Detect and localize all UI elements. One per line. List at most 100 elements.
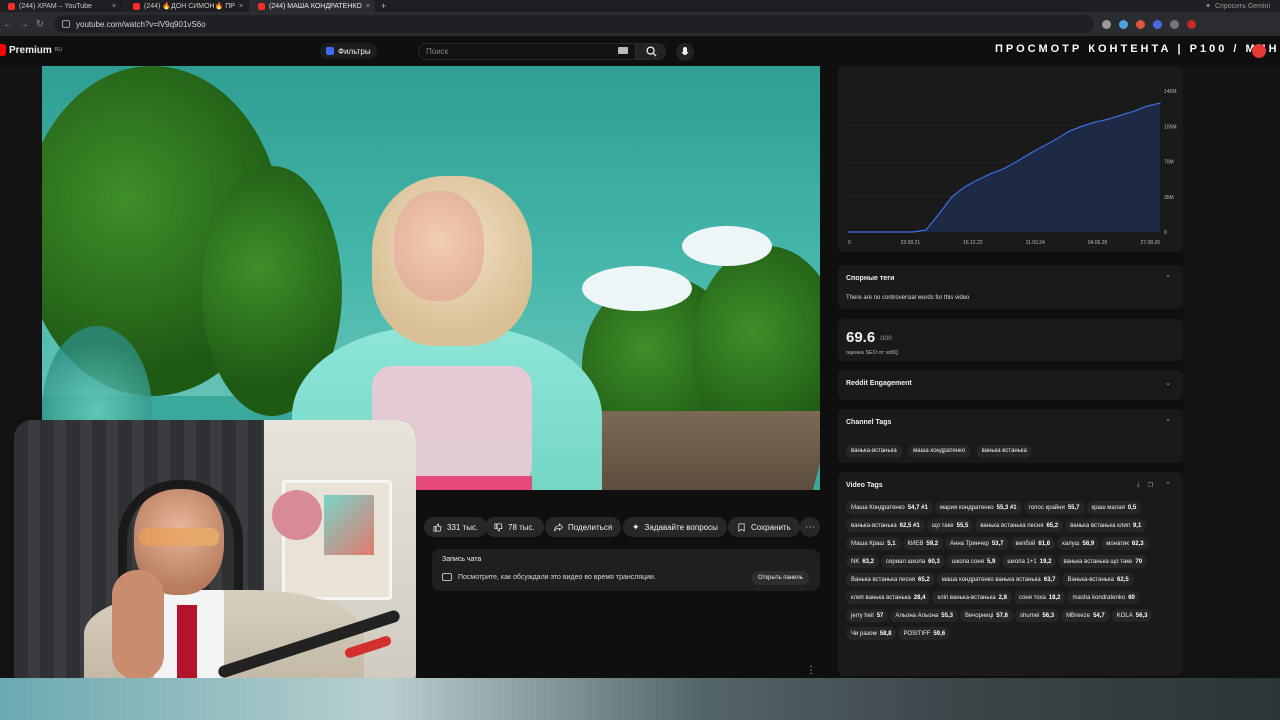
video-tag[interactable]: NK 63,2 xyxy=(846,555,880,568)
share-button[interactable]: Поделиться xyxy=(545,517,622,537)
video-tag[interactable]: калуш 58,9 xyxy=(1057,537,1100,550)
more-actions-button[interactable]: ⋯ xyxy=(800,517,820,537)
url-field[interactable]: youtube.com/watch?v=lV9q901vS6o xyxy=(54,15,1094,33)
more-icon[interactable]: ⋮ xyxy=(806,665,816,676)
reddit-engagement-card[interactable]: Reddit Engagement ⌄ xyxy=(838,370,1183,400)
controversial-tags-card: Спорные теги ⌃ There are no controversia… xyxy=(838,265,1183,309)
channel-tag[interactable]: маша кондратенко xyxy=(908,444,971,458)
video-tag-name: POSITIFF xyxy=(903,630,931,637)
browser-tab-3[interactable]: (244) МАША КОНДРАТЕНКО × xyxy=(250,0,375,12)
microphone-icon xyxy=(681,46,689,55)
stream-overlay-text: ПРОСМОТР КОНТЕНТА | P100 / МИН xyxy=(995,43,1280,55)
video-tag[interactable]: що таке 55,5 xyxy=(926,519,974,532)
extension-icon[interactable] xyxy=(1136,19,1145,29)
extension-icon[interactable] xyxy=(1153,19,1162,29)
close-icon[interactable]: × xyxy=(366,3,370,10)
new-tab-button[interactable]: + xyxy=(375,1,392,11)
chart-point xyxy=(1120,114,1122,116)
dislike-button[interactable]: 78 тыс. xyxy=(485,517,544,537)
video-tag[interactable]: masha kondratenko 60 xyxy=(1067,591,1140,604)
url-text: youtube.com/watch?v=lV9q901vS6o xyxy=(76,19,206,29)
chart-point xyxy=(938,213,940,215)
video-tag[interactable]: Ванька встанька песня 65,2 xyxy=(846,573,935,586)
browser-tab-1[interactable]: (244) ХРАМ – YouTube × xyxy=(0,0,125,12)
search-button[interactable] xyxy=(636,43,666,60)
video-tag-name: ванька встанька що таке xyxy=(1063,558,1133,565)
video-tag[interactable]: Вечорниці 57,6 xyxy=(959,609,1014,622)
extension-icon[interactable] xyxy=(1102,19,1111,29)
chat-replay: Запись чата Посмотрите, как обсуждали эт… xyxy=(432,549,820,591)
chevron-up-icon[interactable]: ⌃ xyxy=(1165,481,1171,489)
video-tag[interactable]: POSITIFF 59,6 xyxy=(898,627,951,640)
chevron-up-icon[interactable]: ⌃ xyxy=(1165,274,1171,282)
extension-icon[interactable] xyxy=(1119,19,1128,29)
tab-label: (244) ХРАМ – YouTube xyxy=(19,2,92,10)
video-tag[interactable]: ванька встанька песня 65,2 xyxy=(975,519,1064,532)
youtube-logo[interactable]: Premium RU xyxy=(0,44,62,56)
back-icon[interactable]: ← xyxy=(0,19,16,30)
video-tag[interactable]: Маша Краш 5,1 xyxy=(846,537,901,550)
video-tag-score: 5,1 xyxy=(887,540,896,547)
browser-addressbar: ← → ↻ youtube.com/watch?v=lV9q901vS6o xyxy=(0,12,1280,36)
video-tag[interactable]: маша кондратенко ванька встанька 63,7 xyxy=(936,573,1061,586)
voice-search-button[interactable] xyxy=(676,43,694,61)
browser-tab-2[interactable]: (244) 🔥ДОН СИМОН🔥 ПР × xyxy=(125,0,250,12)
video-tag[interactable]: соня тоха 18,2 xyxy=(1013,591,1066,604)
video-tag[interactable]: ванька встанька клип 9,1 xyxy=(1065,519,1147,532)
filters-button[interactable]: Фильтры xyxy=(320,43,377,59)
chart-x-tick: 16.12.22 xyxy=(963,240,983,246)
channel-tag[interactable]: ванька встанька xyxy=(976,444,1032,458)
keyboard-icon[interactable] xyxy=(618,47,628,54)
video-tag[interactable]: КИЕВ 59,2 xyxy=(902,537,944,550)
video-tag[interactable]: MBreeze 54,7 xyxy=(1061,609,1110,622)
close-icon[interactable]: × xyxy=(112,3,116,10)
video-tag-score: 58,9 xyxy=(1082,540,1095,547)
video-tag[interactable]: школа соня 5,9 xyxy=(946,555,1001,568)
seo-label: оценка SEO от vidIQ xyxy=(846,350,899,356)
chevron-down-icon[interactable]: ⌄ xyxy=(1165,379,1171,387)
video-tag-name: KOLA xyxy=(1116,612,1133,619)
ask-button[interactable]: ✦ Задавайте вопросы xyxy=(623,517,727,537)
cam-poster xyxy=(324,495,374,555)
download-icon[interactable]: ⤓ xyxy=(1137,482,1140,489)
video-tag[interactable]: KOLA 56,3 xyxy=(1111,609,1153,622)
channel-tag[interactable]: ванька-встанька xyxy=(846,444,902,458)
video-tag-score: 54,7 #1 xyxy=(907,504,928,511)
video-tag[interactable]: jerry heil 57 xyxy=(846,609,889,622)
open-chat-button[interactable]: Открыть панель xyxy=(752,571,809,585)
profile-icon[interactable] xyxy=(1187,19,1196,29)
video-tag[interactable]: клiп ванька-встанька 2,8 xyxy=(932,591,1012,604)
video-tag[interactable]: ванька-встанька 62,5 #1 xyxy=(846,519,925,532)
video-tag[interactable]: Альона Альона 55,3 xyxy=(890,609,958,622)
extension-icon[interactable] xyxy=(1170,19,1179,29)
video-tag[interactable]: Маша Кондратенко 54,7 #1 xyxy=(846,501,933,514)
video-tag[interactable]: клип ванька встанька 28,4 xyxy=(846,591,931,604)
video-tags-tools: ⤓ ❐ xyxy=(1137,482,1153,489)
video-tag[interactable]: школа 1+1 19,2 xyxy=(1002,555,1057,568)
video-tag[interactable]: ванька встанька що таке 70 xyxy=(1058,555,1148,568)
video-tag-name: masha kondratenko xyxy=(1072,594,1126,601)
reload-icon[interactable]: ↻ xyxy=(32,19,48,30)
video-tag[interactable]: краш малая 0,5 xyxy=(1086,501,1142,514)
save-button[interactable]: Сохранить xyxy=(728,517,800,537)
search-input[interactable]: Поиск xyxy=(418,43,636,60)
video-tag[interactable]: голос крайни 55,7 xyxy=(1023,501,1085,514)
video-tag[interactable]: Ванька-встанька 62,5 xyxy=(1062,573,1134,586)
chevron-up-icon[interactable]: ⌃ xyxy=(1165,418,1171,426)
like-button[interactable]: 331 тыс. xyxy=(424,517,488,537)
video-tag[interactable]: монатик 62,3 xyxy=(1101,537,1149,550)
video-tag[interactable]: shumei 56,3 xyxy=(1015,609,1060,622)
gemini-button[interactable]: ✦ Спросить Gemini xyxy=(1205,0,1270,12)
video-tag-score: 55,3 #1 xyxy=(996,504,1017,511)
site-info-icon[interactable] xyxy=(62,20,70,28)
video-tag[interactable]: мария кондратенко 55,3 #1 xyxy=(934,501,1022,514)
notification-icon[interactable] xyxy=(1252,44,1266,58)
video-tag[interactable]: Анна Тринчер 53,7 xyxy=(945,537,1009,550)
close-icon[interactable]: × xyxy=(239,3,243,10)
save-label: Сохранить xyxy=(751,522,791,532)
video-tag[interactable]: сериал школа 60,3 xyxy=(881,555,945,568)
copy-icon[interactable]: ❐ xyxy=(1148,482,1153,489)
video-tag[interactable]: Чи разом 58,8 xyxy=(846,627,897,640)
video-tag[interactable]: велбой 61,6 xyxy=(1010,537,1056,550)
forward-icon[interactable]: → xyxy=(16,19,32,30)
